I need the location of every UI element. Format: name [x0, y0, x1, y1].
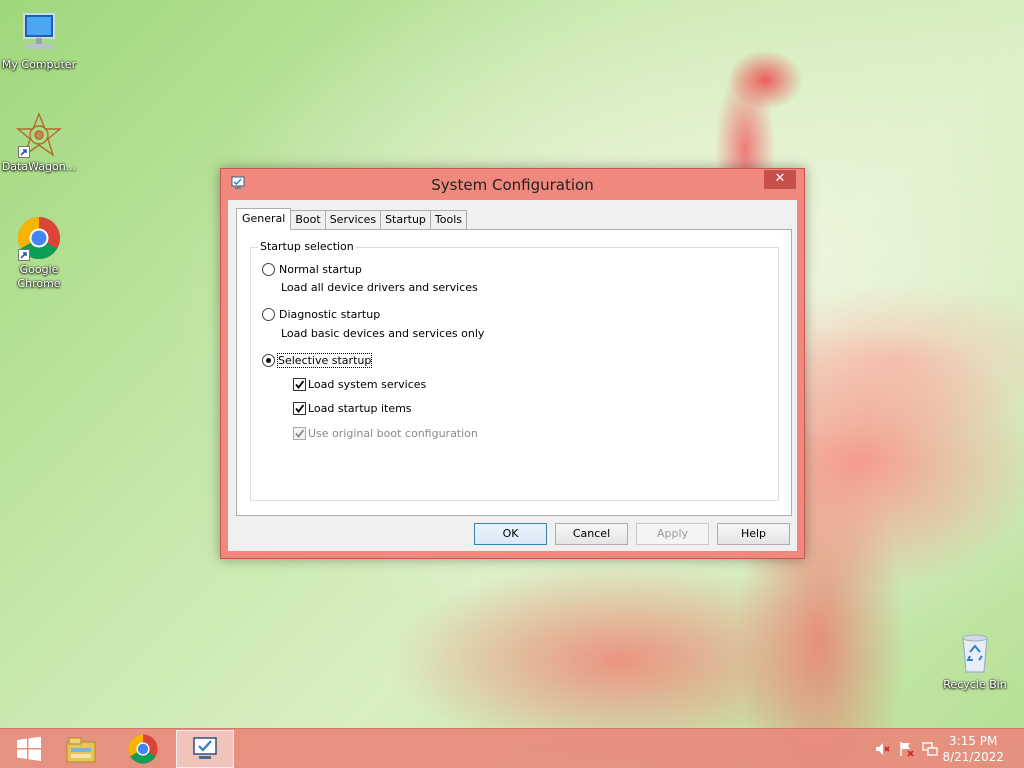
load-system-services-checkbox[interactable]	[293, 378, 306, 391]
tab-strip: General Boot Services Startup Tools	[236, 208, 468, 230]
close-icon: ✕	[774, 171, 786, 186]
load-startup-items-checkbox[interactable]	[293, 402, 306, 415]
taskbar: 3:15 PM 8/21/2022	[0, 728, 1024, 768]
chrome-icon	[16, 215, 62, 261]
system-configuration-icon	[193, 737, 217, 759]
desktop-icon-label: Recycle Bin	[943, 678, 1007, 691]
selective-startup-label[interactable]: Selective startup	[276, 353, 373, 368]
desktop-icon-datawagon[interactable]: DataWagon...	[0, 112, 78, 174]
normal-startup-description: Load all device drivers and services	[281, 281, 478, 294]
use-original-boot-configuration-checkbox	[293, 427, 306, 440]
tab-boot[interactable]: Boot	[291, 210, 325, 229]
datawagon-logo-icon	[16, 112, 62, 158]
normal-startup-radio[interactable]	[262, 263, 275, 276]
cancel-button[interactable]: Cancel	[555, 523, 628, 545]
chrome-icon	[128, 734, 158, 764]
diagnostic-startup-radio[interactable]	[262, 308, 275, 321]
network-icon[interactable]	[922, 741, 938, 757]
load-system-services-label[interactable]: Load system services	[308, 378, 426, 391]
apply-button: Apply	[636, 523, 709, 545]
dialog-client-area: General Boot Services Startup Tools Star…	[228, 200, 797, 551]
selective-startup-radio[interactable]	[262, 354, 275, 367]
desktop-icon-label: Google Chrome	[17, 263, 61, 290]
tab-general[interactable]: General	[236, 208, 292, 230]
normal-startup-label[interactable]: Normal startup	[279, 263, 362, 276]
tab-services[interactable]: Services	[324, 210, 381, 229]
close-button[interactable]: ✕	[764, 170, 796, 189]
taskbar-file-explorer[interactable]	[52, 730, 110, 768]
tab-startup[interactable]: Startup	[380, 210, 430, 229]
desktop-icon-recycle-bin[interactable]: Recycle Bin	[936, 630, 1014, 692]
clock-time: 3:15 PM	[949, 734, 998, 748]
action-center-flag-icon[interactable]	[898, 741, 914, 757]
system-configuration-dialog: System Configuration ✕ General Boot Serv…	[220, 168, 805, 559]
desktop-icon-google-chrome[interactable]: Google Chrome	[0, 215, 78, 291]
load-startup-items-label[interactable]: Load startup items	[308, 402, 412, 415]
group-label: Startup selection	[258, 240, 356, 253]
diagnostic-startup-label[interactable]: Diagnostic startup	[279, 308, 380, 321]
file-explorer-icon	[66, 737, 96, 763]
taskbar-google-chrome[interactable]	[114, 730, 172, 768]
taskbar-system-configuration[interactable]	[176, 730, 234, 768]
volume-muted-icon[interactable]	[874, 741, 890, 757]
desktop-icon-label: DataWagon...	[1, 160, 77, 173]
checkmark-icon	[295, 429, 305, 438]
clock-date: 8/21/2022	[942, 750, 1004, 764]
general-tab-panel: Startup selection Normal startup Load al…	[236, 229, 792, 516]
tab-tools[interactable]: Tools	[429, 210, 468, 229]
desktop-icon-label: My Computer	[1, 58, 77, 71]
dialog-title: System Configuration	[431, 176, 594, 194]
shortcut-arrow-icon	[18, 249, 30, 261]
taskbar-clock[interactable]: 3:15 PM 8/21/2022	[942, 733, 1004, 765]
checkmark-icon	[295, 380, 305, 389]
ok-button[interactable]: OK	[474, 523, 547, 545]
desktop-icon-my-computer[interactable]: My Computer	[0, 10, 78, 72]
start-button[interactable]	[0, 730, 58, 768]
dialog-titlebar[interactable]: System Configuration ✕	[221, 169, 804, 199]
shortcut-arrow-icon	[18, 146, 30, 158]
diagnostic-startup-description: Load basic devices and services only	[281, 327, 485, 340]
computer-icon	[16, 10, 62, 56]
recycle-bin-icon	[952, 630, 998, 676]
windows-logo-icon	[17, 736, 41, 761]
checkmark-icon	[295, 404, 305, 413]
help-button[interactable]: Help	[717, 523, 790, 545]
use-original-boot-configuration-label: Use original boot configuration	[308, 427, 478, 440]
